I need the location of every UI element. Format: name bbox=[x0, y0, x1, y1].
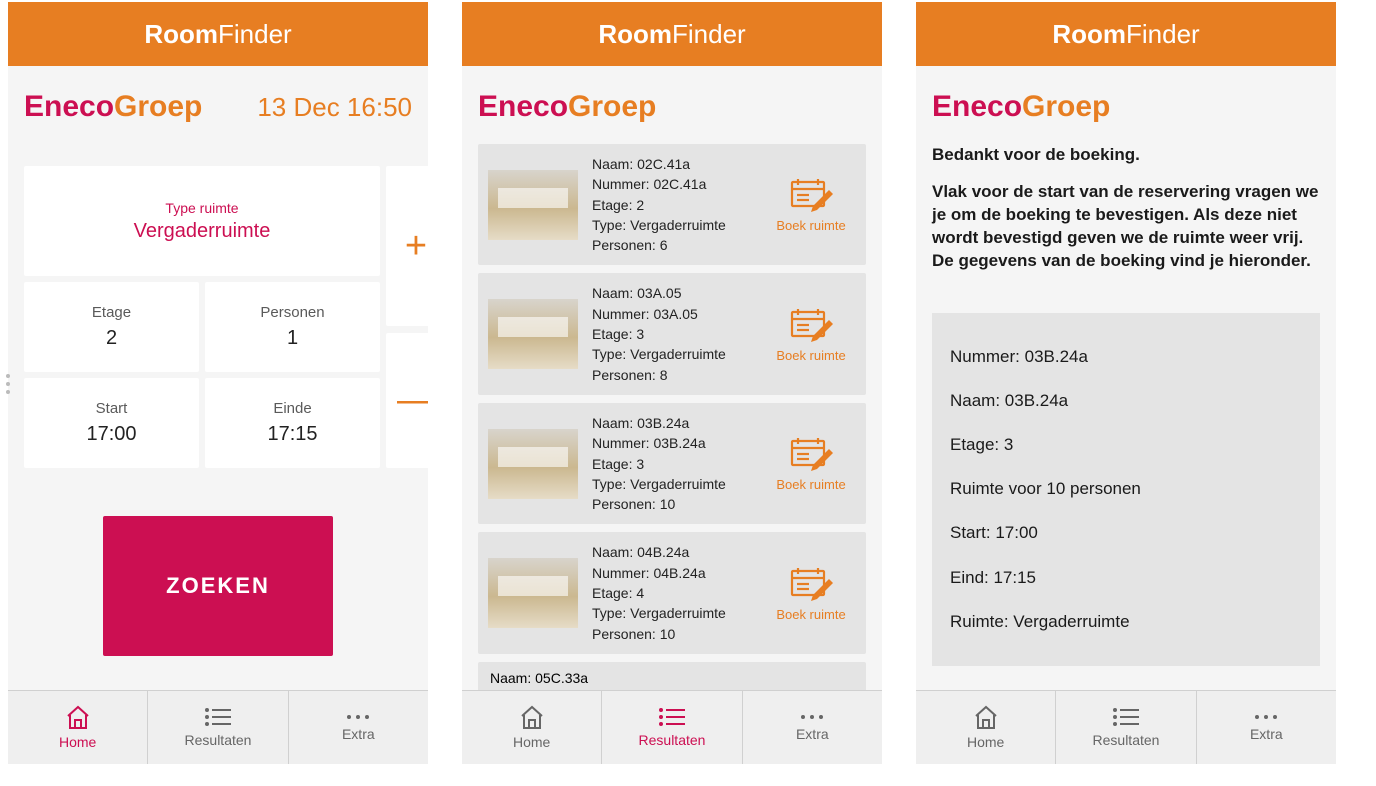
tab-results[interactable]: Resultaten bbox=[148, 691, 288, 764]
room-thumbnail bbox=[488, 429, 578, 499]
brand-logo: EnecoGroep bbox=[478, 90, 656, 124]
room-thumbnail bbox=[488, 299, 578, 369]
confirmation-heading: Bedankt voor de boeking. bbox=[932, 144, 1320, 167]
book-icon bbox=[766, 176, 856, 212]
floor-value: 2 bbox=[106, 327, 117, 350]
results-list: Naam: 02C.41aNummer: 02C.41aEtage: 2Type… bbox=[478, 144, 866, 654]
room-type-selector[interactable]: Type ruimte Vergaderruimte bbox=[24, 166, 380, 276]
tab-extra[interactable]: Extra bbox=[1197, 691, 1336, 764]
room-info: Naam: 03A.05Nummer: 03A.05Etage: 3Type: … bbox=[578, 283, 766, 384]
brand-logo: EnecoGroep bbox=[24, 90, 202, 124]
brand-logo: EnecoGroep bbox=[932, 90, 1110, 124]
decrement-button[interactable]: — bbox=[386, 333, 428, 468]
bottom-nav: Home Resultaten Extra bbox=[916, 690, 1336, 764]
tab-home[interactable]: Home bbox=[8, 691, 148, 764]
search-button[interactable]: ZOEKEN bbox=[103, 516, 333, 656]
result-row[interactable]: Naam: 04B.24aNummer: 04B.24aEtage: 4Type… bbox=[478, 532, 866, 653]
current-datetime: 13 Dec 16:50 bbox=[257, 92, 412, 123]
summary-eind: Eind: 17:15 bbox=[950, 556, 1302, 600]
book-room-button[interactable]: Boek ruimte bbox=[766, 176, 856, 233]
app-header: RoomFinder bbox=[462, 2, 882, 66]
room-type-value: Vergaderruimte bbox=[134, 220, 271, 243]
tab-results[interactable]: Resultaten bbox=[1056, 691, 1196, 764]
result-row[interactable]: Naam: 02C.41aNummer: 02C.41aEtage: 2Type… bbox=[478, 144, 866, 265]
increment-button[interactable]: + bbox=[386, 166, 428, 326]
result-row[interactable]: Naam: 03B.24aNummer: 03B.24aEtage: 3Type… bbox=[478, 403, 866, 524]
book-room-button[interactable]: Boek ruimte bbox=[766, 306, 856, 363]
screen-results: RoomFinder EnecoGroep Naam: 02C.41aNumme… bbox=[462, 2, 882, 764]
book-label: Boek ruimte bbox=[776, 607, 845, 622]
end-time-selector[interactable]: Einde 17:15 bbox=[205, 378, 380, 468]
dots-icon bbox=[1251, 712, 1281, 722]
list-icon bbox=[657, 706, 687, 728]
dots-icon bbox=[343, 712, 373, 722]
book-label: Boek ruimte bbox=[776, 348, 845, 363]
home-icon bbox=[64, 704, 92, 730]
list-icon bbox=[203, 706, 233, 728]
page-indicator bbox=[6, 374, 10, 394]
book-icon bbox=[766, 306, 856, 342]
book-room-button[interactable]: Boek ruimte bbox=[766, 435, 856, 492]
header-title-light: Finder bbox=[218, 19, 292, 50]
list-icon bbox=[1111, 706, 1141, 728]
plus-icon: + bbox=[405, 225, 427, 268]
tab-home[interactable]: Home bbox=[916, 691, 1056, 764]
tab-results[interactable]: Resultaten bbox=[602, 691, 742, 764]
end-label: Einde bbox=[273, 400, 311, 417]
summary-nummer: Nummer: 03B.24a bbox=[950, 335, 1302, 379]
tab-extra[interactable]: Extra bbox=[743, 691, 882, 764]
tab-home[interactable]: Home bbox=[462, 691, 602, 764]
book-icon bbox=[766, 435, 856, 471]
summary-ruimte: Ruimte: Vergaderruimte bbox=[950, 600, 1302, 644]
floor-label: Etage bbox=[92, 304, 131, 321]
book-room-button[interactable]: Boek ruimte bbox=[766, 565, 856, 622]
summary-naam: Naam: 03B.24a bbox=[950, 379, 1302, 423]
start-time-selector[interactable]: Start 17:00 bbox=[24, 378, 199, 468]
home-icon bbox=[972, 704, 1000, 730]
persons-selector[interactable]: Personen 1 bbox=[205, 282, 380, 372]
persons-label: Personen bbox=[260, 304, 324, 321]
book-label: Boek ruimte bbox=[776, 218, 845, 233]
bottom-nav: Home Resultaten Extra bbox=[8, 690, 428, 764]
persons-value: 1 bbox=[287, 327, 298, 350]
dots-icon bbox=[797, 712, 827, 722]
app-header: RoomFinder bbox=[916, 2, 1336, 66]
end-value: 17:15 bbox=[267, 423, 317, 446]
room-info: Naam: 03B.24aNummer: 03B.24aEtage: 3Type… bbox=[578, 413, 766, 514]
summary-start: Start: 17:00 bbox=[950, 511, 1302, 555]
row-naam-label: Naam bbox=[490, 670, 527, 686]
book-label: Boek ruimte bbox=[776, 477, 845, 492]
result-row-partial[interactable]: Naam: 05C.33a bbox=[478, 662, 866, 690]
summary-etage: Etage: 3 bbox=[950, 423, 1302, 467]
minus-icon: — bbox=[397, 379, 428, 422]
result-row[interactable]: Naam: 03A.05Nummer: 03A.05Etage: 3Type: … bbox=[478, 273, 866, 394]
summary-capacity: Ruimte voor 10 personen bbox=[950, 467, 1302, 511]
app-header: RoomFinder bbox=[8, 2, 428, 66]
booking-summary: Nummer: 03B.24a Naam: 03B.24a Etage: 3 R… bbox=[932, 313, 1320, 666]
room-info: Naam: 02C.41aNummer: 02C.41aEtage: 2Type… bbox=[578, 154, 766, 255]
bottom-nav: Home Resultaten Extra bbox=[462, 690, 882, 764]
home-icon bbox=[518, 704, 546, 730]
room-info: Naam: 04B.24aNummer: 04B.24aEtage: 4Type… bbox=[578, 542, 766, 643]
room-thumbnail bbox=[488, 558, 578, 628]
start-value: 17:00 bbox=[86, 423, 136, 446]
header-title-bold: Room bbox=[144, 19, 218, 50]
tab-extra[interactable]: Extra bbox=[289, 691, 428, 764]
book-icon bbox=[766, 565, 856, 601]
room-type-label: Type ruimte bbox=[165, 200, 238, 216]
start-label: Start bbox=[96, 400, 128, 417]
room-thumbnail bbox=[488, 170, 578, 240]
floor-selector[interactable]: Etage 2 bbox=[24, 282, 199, 372]
screen-confirmation: RoomFinder EnecoGroep Bedankt voor de bo… bbox=[916, 2, 1336, 764]
screen-home: RoomFinder EnecoGroep 13 Dec 16:50 Type … bbox=[8, 2, 428, 764]
confirmation-body: Vlak voor de start van de reservering vr… bbox=[932, 181, 1320, 273]
